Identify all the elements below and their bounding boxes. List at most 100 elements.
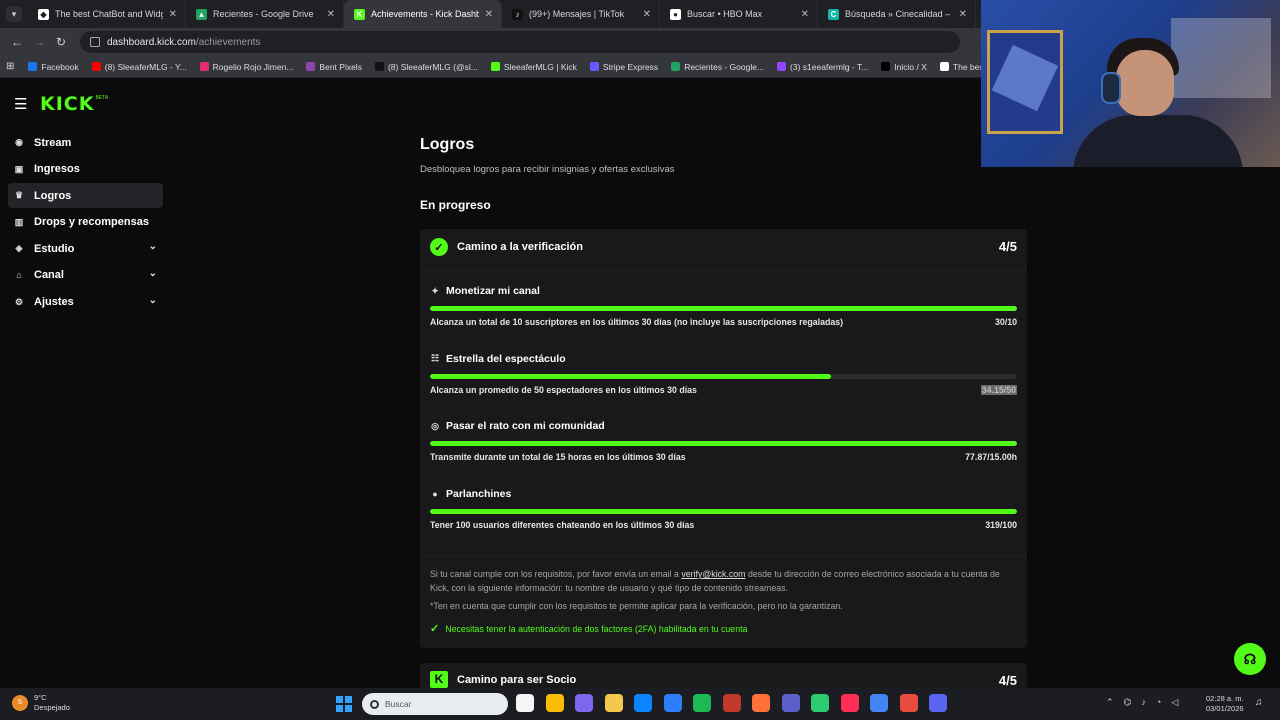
tab-favicon-icon: ◆ [38,8,49,20]
drops-icon: ▥ [14,216,24,227]
browser-tab[interactable]: ♪ (99+) Mensajes | TikTok ✕ [502,0,660,28]
weather-temp: 9°C [34,693,47,702]
taskbar-app-icon[interactable] [929,694,947,712]
shelf-image [1171,18,1271,98]
verified-badge-icon: ✓ [430,238,448,256]
taskbar-app-icon[interactable] [545,694,564,712]
clock-date: 03/01/2026 [1206,704,1244,713]
bookmark-label: Stripe Express [602,61,659,72]
bookmark-item[interactable]: Inicio / X [881,62,927,72]
taskbar-app-icon[interactable] [781,694,800,712]
clock[interactable]: 02:28 a. m. 03/01/2026 [1206,694,1244,714]
help-chat-icon[interactable]: ☊ [1234,643,1266,675]
taskbar-app-icon[interactable] [722,694,741,712]
chevron-down-icon[interactable]: ⌄ [149,268,157,279]
sidebar-item-estudio[interactable]: ◈ Estudio ⌄ [8,236,163,261]
tab-close-icon[interactable]: ✕ [169,9,177,20]
bookmark-favicon-icon [199,62,209,71]
taskbar-app-icon[interactable] [663,694,682,712]
bookmark-item[interactable]: Bent Pixels [306,62,362,72]
sidebar-item-canal[interactable]: ⌂ Canal ⌄ [8,263,163,288]
bookmark-label: Inicio / X [894,61,927,72]
taskbar-app-icon[interactable] [899,694,918,712]
apps-grid-icon[interactable]: ⊞ [6,61,14,72]
achievement-progress-value: 319/100 [985,519,1017,530]
tab-title: The best ChatBot and Widgets [55,9,163,19]
menu-icon[interactable]: ☰ [14,95,28,113]
check-icon: ✓ [430,623,440,635]
bookmark-label: Recientes - Google... [684,61,765,72]
bookmark-favicon-icon [490,62,500,71]
taskbar-app-icon[interactable] [752,694,770,712]
browser-tab[interactable]: K Achievements - Kick Dashboard ✕ [344,0,502,28]
taskbar-apps [516,694,959,712]
tab-close-icon[interactable]: ✕ [959,9,967,20]
back-icon[interactable]: ← [6,35,28,49]
partner-card[interactable]: K Camino para ser Socio 4/5 [420,663,1027,688]
url-path: /achievements [195,36,261,48]
partner-card-title: Camino para ser Socio [457,674,577,686]
tab-close-icon[interactable]: ✕ [485,9,493,20]
system-tray: ⌃ ⌬ ♪ ◔ ◁ [1106,697,1188,708]
progress-bar [430,306,1017,311]
tab-close-icon[interactable]: ✕ [801,9,809,20]
chevron-down-icon[interactable]: ⌄ [149,295,157,306]
notification-bell-icon[interactable]: ♫ [1255,697,1263,708]
taskbar-app-icon[interactable] [604,694,623,712]
mic-icon[interactable]: ♪ [1141,697,1146,708]
chevron-up-icon[interactable]: ⌃ [1106,697,1114,708]
tab-close-icon[interactable]: ✕ [643,9,651,20]
bookmark-item[interactable]: (8) SleeaferMLG (@sl... [374,62,478,72]
taskbar-search-input[interactable]: Buscar [362,693,508,715]
sidebar-item-stream[interactable]: ◉ Stream [8,130,163,155]
taskbar-app-icon[interactable] [634,694,652,712]
sidebar-item-logros[interactable]: ♛ Logros [8,183,163,209]
bookmark-item[interactable]: (3) s1eeafermlg - T... [777,62,868,72]
browser-tab[interactable]: ● Buscar • HBO Max ✕ [660,0,818,28]
windows-start-icon[interactable] [336,696,352,712]
sidebar-item-ingresos[interactable]: ▣ Ingresos [8,157,163,182]
bookmark-favicon-icon [374,62,384,71]
forward-icon[interactable]: → [28,35,50,49]
bookmark-item[interactable]: Rogelio Rojo Jimen... [199,62,293,72]
achievement-description: Transmite durante un total de 15 horas e… [430,452,686,462]
network-icon[interactable]: ⌬ [1124,697,1132,708]
site-info-icon[interactable] [90,37,100,47]
taskbar-app-icon[interactable] [575,694,593,712]
webcam-overlay [981,0,1280,167]
sidebar-item-drops[interactable]: ▥ Drops y recompensas [8,210,163,235]
reload-icon[interactable]: ↻ [50,35,72,49]
verify-email-link[interactable]: verify@kick.com [681,569,745,579]
chevron-down-icon[interactable]: ⌄ [149,241,157,252]
section-title: En progreso [420,198,491,212]
browser-tab[interactable]: ◆ The best ChatBot and Widgets ✕ [28,0,186,28]
sidebar-item-ajustes[interactable]: ⚙ Ajustes ⌄ [8,290,163,315]
bookmark-item[interactable]: SleeaferMLG | Kick [490,62,577,72]
progress-bar [430,373,1017,379]
tab-search-icon[interactable]: ▾ [6,6,22,22]
card-header[interactable]: ✓ Camino a la verificación 4/5 [430,237,1017,257]
wifi-icon[interactable]: ◔ [1156,697,1161,708]
url-input[interactable]: dashboard.kick.com/achievements [80,31,960,53]
achievement-icon: ◎ [431,420,439,431]
taskbar-app-icon[interactable] [840,694,859,712]
sidebar-item-label: Drops y recompensas [34,216,149,229]
taskbar-app-icon[interactable] [870,694,888,712]
weather-widget[interactable]: 5 9°C Despejado [12,693,70,713]
browser-tab[interactable]: C Búsqueda » Cinecalidad – Pelíc ✕ [818,0,976,28]
kick-k-icon: K [430,671,448,688]
taskbar-app-icon[interactable] [516,694,534,712]
volume-icon[interactable]: ◁ [1171,697,1178,708]
kick-logo[interactable]: KICK [40,93,94,115]
bookmark-item[interactable]: Facebook [28,62,79,72]
bookmark-label: (3) s1eeafermlg - T... [790,61,869,72]
taskbar-app-icon[interactable] [811,694,829,712]
bookmark-item[interactable]: (8) SleeaferMLG - Y... [91,62,187,72]
browser-tab[interactable]: ▲ Recientes - Google Drive ✕ [186,0,344,28]
taskbar-app-icon[interactable] [693,694,711,712]
bookmark-item[interactable]: Stripe Express [589,61,659,72]
achievement-progress-value: 34.15/50 [980,384,1017,395]
bookmark-item[interactable]: Recientes - Google... [671,62,764,72]
tab-title: (99+) Mensajes | TikTok [529,9,625,19]
tab-close-icon[interactable]: ✕ [327,9,335,20]
